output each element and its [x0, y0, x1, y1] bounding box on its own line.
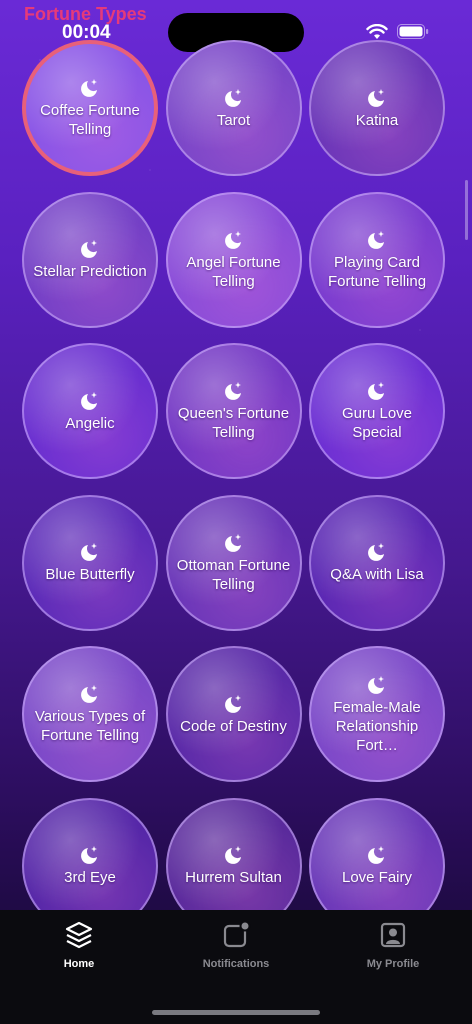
- fortune-card[interactable]: Ottoman Fortune Telling: [165, 494, 302, 631]
- tab-notifications[interactable]: Notifications: [171, 920, 301, 980]
- layers-icon: [65, 921, 93, 949]
- moon-star-icon: [79, 844, 101, 866]
- tab-profile[interactable]: My Profile: [328, 920, 458, 980]
- scrollbar[interactable]: [465, 180, 468, 240]
- fortune-card[interactable]: Playing Card Fortune Telling: [309, 191, 445, 328]
- moon-star-icon: [223, 532, 245, 554]
- fortune-card[interactable]: Hurrem Sultan: [165, 797, 302, 910]
- moon-star-icon: [366, 674, 388, 696]
- fortune-card-label: Playing Card Fortune Telling: [327, 253, 427, 290]
- wifi-icon: [366, 24, 388, 39]
- moon-star-icon: [223, 693, 245, 715]
- moon-star-icon: [366, 844, 388, 866]
- fortune-card[interactable]: Angelic: [22, 343, 158, 479]
- moon-star-icon: [223, 87, 245, 109]
- fortune-card[interactable]: Love Fairy: [309, 797, 445, 910]
- moon-star-icon: [366, 87, 388, 109]
- fortune-card-label: Ottoman Fortune Telling: [176, 556, 291, 593]
- notification-icon: [223, 920, 251, 948]
- fortune-card-label: Coffee Fortune Telling: [40, 102, 140, 138]
- fortune-card[interactable]: Blue Butterfly: [22, 494, 158, 631]
- fortune-card-label: 3rd Eye: [64, 869, 116, 886]
- moon-star-icon: [79, 541, 101, 563]
- profile-icon: [380, 922, 406, 948]
- moon-star-icon: [79, 77, 101, 99]
- fortune-card[interactable]: Code of Destiny: [165, 646, 302, 782]
- fortune-card-label: Katina: [355, 111, 399, 129]
- fortune-card[interactable]: Guru Love Special: [309, 343, 445, 479]
- fortune-card[interactable]: Angel Fortune Telling: [165, 191, 302, 328]
- tab-home-label: Home: [63, 958, 95, 970]
- moon-star-icon: [79, 390, 101, 412]
- fortune-card-label: Code of Destiny: [180, 717, 287, 735]
- fortune-card-label: Blue Butterfly: [45, 566, 135, 583]
- tab-home[interactable]: Home: [14, 920, 144, 980]
- moon-star-icon: [223, 380, 245, 402]
- fortune-card[interactable]: 3rd Eye: [22, 797, 158, 910]
- fortune-card[interactable]: Q&A with Lisa: [309, 494, 445, 631]
- fortune-card-label: Hurrem Sultan: [185, 869, 282, 886]
- battery-icon: [397, 24, 429, 39]
- fortune-card-label: Guru Love Special: [341, 405, 413, 441]
- fortune-card[interactable]: Tarot: [165, 40, 302, 176]
- tab-bar: Home Notifications My Profile: [0, 910, 472, 1024]
- fortune-card[interactable]: Stellar Prediction: [22, 191, 158, 328]
- fortune-card-label: Stellar Prediction: [33, 263, 147, 280]
- moon-star-icon: [223, 229, 245, 251]
- fortune-card-label: Q&A with Lisa: [330, 566, 424, 583]
- fortune-card-label: Angel Fortune Telling: [186, 253, 281, 290]
- fortune-card[interactable]: Various Types of Fortune Telling: [22, 646, 158, 782]
- fortune-card-label: Various Types of Fortune Telling: [34, 708, 146, 744]
- fortune-card-label: Angelic: [65, 414, 115, 432]
- moon-star-icon: [366, 541, 388, 563]
- home-indicator: [152, 1010, 320, 1015]
- fortune-card-label: Love Fairy: [341, 869, 413, 886]
- fortune-card[interactable]: Katina: [309, 40, 445, 176]
- fortune-card[interactable]: Female-Male Relationship Fort…: [309, 646, 445, 782]
- moon-star-icon: [79, 238, 101, 260]
- moon-star-icon: [79, 683, 101, 705]
- fortune-card-label: Female-Male Relationship Fort…: [333, 698, 421, 754]
- tab-profile-label: My Profile: [366, 958, 420, 970]
- tab-notifications-label: Notifications: [202, 958, 270, 970]
- moon-star-icon: [366, 380, 388, 402]
- fortune-card[interactable]: Queen's Fortune Telling: [165, 343, 302, 479]
- moon-star-icon: [223, 844, 245, 866]
- moon-star-icon: [366, 229, 388, 251]
- fortune-card[interactable]: Coffee Fortune Telling: [22, 40, 158, 176]
- fortune-card-label: Queen's Fortune Telling: [177, 405, 290, 441]
- fortune-types-grid[interactable]: Coffee Fortune Telling Tarot Katina Stellar…: [22, 40, 448, 910]
- fortune-card-label: Tarot: [216, 111, 251, 129]
